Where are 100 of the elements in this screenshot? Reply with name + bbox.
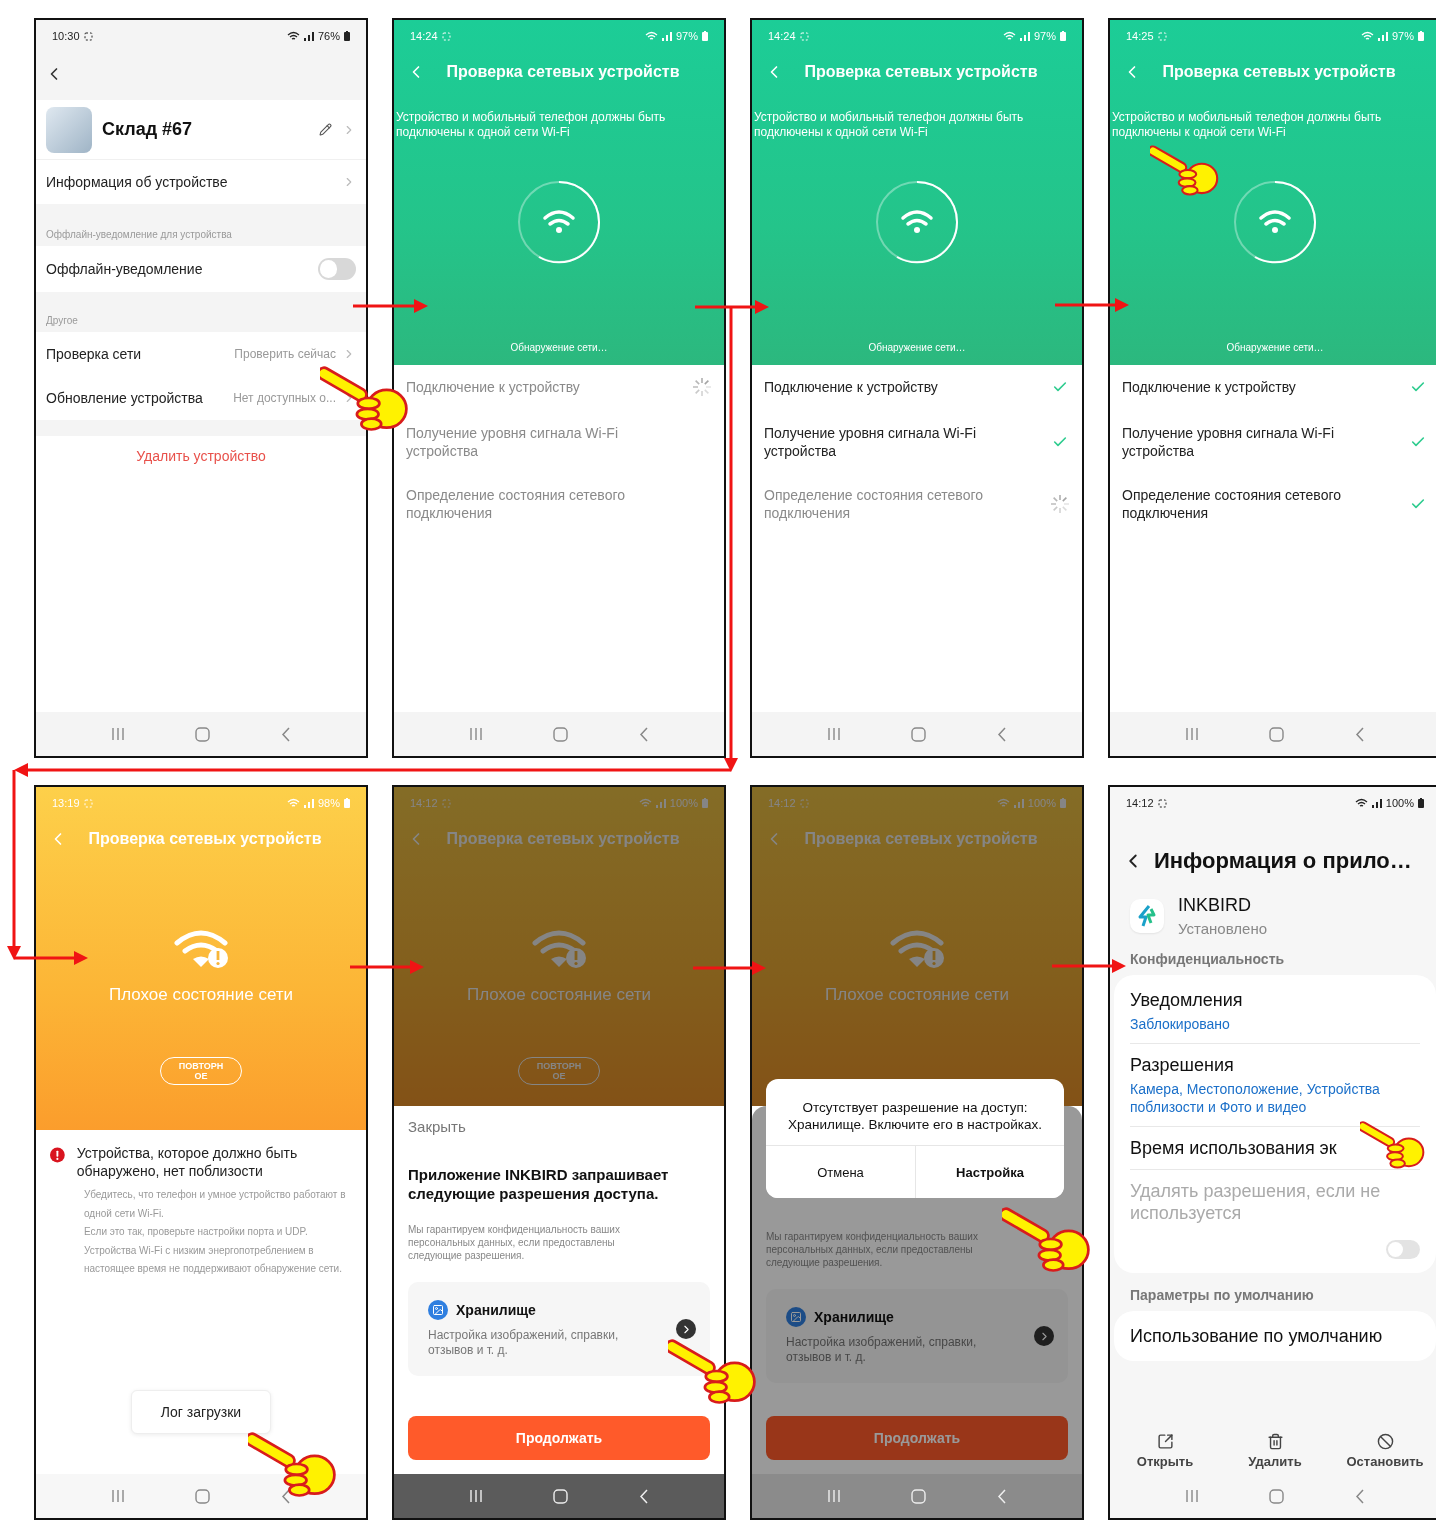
section-label: Другое [46, 315, 78, 326]
battery-icon [702, 798, 708, 808]
recent-apps-icon[interactable] [469, 727, 484, 741]
section-label: Конфиденциальность [1130, 951, 1285, 967]
battery-icon [702, 31, 708, 41]
settings-row[interactable]: Проверка сети Проверить сейчас [36, 332, 366, 376]
setting-title[interactable]: Разрешения [1130, 1054, 1420, 1076]
wifi-icon [1354, 798, 1368, 808]
status-time: 13:19 [52, 797, 80, 809]
step-label: Определение состояния сетевого подключения [1122, 486, 1342, 522]
close-link[interactable]: Закрыть [408, 1118, 466, 1135]
step-label: Подключение к устройству [406, 378, 581, 396]
scan-status: Обнаружение сети… [1226, 342, 1324, 353]
recent-apps-icon[interactable] [111, 1489, 126, 1503]
app-action-button[interactable]: Удалить [1220, 1432, 1330, 1470]
app-action-button[interactable]: Открыть [1110, 1432, 1220, 1470]
toggle-switch[interactable] [318, 258, 356, 280]
battery-icon [1418, 31, 1424, 41]
dialog-button[interactable]: Настройка [915, 1146, 1064, 1198]
spinner-icon [1050, 494, 1070, 514]
notification-icon [83, 798, 93, 808]
home-icon[interactable] [911, 726, 927, 742]
wifi-icon [286, 31, 300, 41]
recent-apps-icon[interactable] [1185, 1489, 1200, 1503]
signal-icon [1019, 31, 1030, 41]
battery-icon [344, 31, 350, 41]
step-label: Получение уровня сигнала Wi-Fi устройства [406, 424, 619, 460]
notification-icon [441, 31, 451, 41]
notification-icon [799, 31, 809, 41]
recent-apps-icon[interactable] [827, 727, 842, 741]
home-icon[interactable] [553, 726, 569, 742]
error-title: Устройства, которое должно быть обнаружено, нет поблизости [76, 1144, 299, 1180]
hand-pointer-icon [1150, 142, 1220, 198]
home-icon[interactable] [195, 726, 211, 742]
signal-icon [303, 798, 314, 808]
status-time: 14:25 [1126, 30, 1154, 42]
screen-title: Проверка сетевых устройств [803, 830, 1039, 848]
status-time: 10:30 [52, 30, 80, 42]
permission-card[interactable]: Хранилище Настройка изображений, справки, отзывов и т. д. [408, 1282, 710, 1376]
wifi-icon [1002, 31, 1016, 41]
app-name: INKBIRD [1178, 895, 1252, 916]
app-action-button[interactable]: Остановить [1330, 1432, 1436, 1470]
external-link-icon [1156, 1433, 1174, 1450]
status-time: 14:24 [768, 30, 796, 42]
permission-card[interactable]: Хранилище Настройка изображений, справки, отзывов и т. д. [766, 1289, 1068, 1383]
battery-level: 97% [675, 30, 698, 42]
battery-level: 97% [1033, 30, 1056, 42]
chevron-icon[interactable] [1034, 1326, 1054, 1346]
home-icon[interactable] [1269, 1488, 1285, 1504]
chevron-icon[interactable] [676, 1319, 696, 1339]
setting-title[interactable]: Использование по умолчанию [1130, 1325, 1420, 1348]
signal-icon [1371, 798, 1382, 808]
settings-row[interactable]: Обновление устройства Нет доступных о... [36, 376, 366, 420]
app-status: Установлено [1178, 920, 1268, 937]
status-time: 14:12 [768, 797, 796, 809]
hand-pointer-icon [1360, 1118, 1426, 1171]
setting-value: Камера, Местоположение, Устройства поблизости и Фото и видео [1130, 1080, 1381, 1116]
notice-text: Устройство и мобильный телефон должны быть подключены к одной сети Wi-Fi [395, 110, 667, 140]
wifi-icon [286, 798, 300, 808]
step-label: Подключение к устройству [1122, 378, 1297, 396]
status-time: 14:12 [1126, 797, 1154, 809]
wifi-warning-icon [530, 929, 588, 969]
error-description: Если это так, проверьте настройки порта и UDP. [84, 1225, 309, 1239]
wifi-icon [638, 798, 652, 808]
battery-level: 98% [317, 797, 340, 809]
signal-icon [661, 31, 672, 41]
battery-icon [1060, 31, 1066, 41]
screen-title: Проверка сетевых устройств [1161, 63, 1397, 81]
upload-log-button[interactable]: Лог загрузки [131, 1390, 271, 1434]
step-label: Получение уровня сигнала Wi-Fi устройства [1122, 424, 1335, 460]
wifi-icon [644, 31, 658, 41]
home-icon[interactable] [1269, 726, 1285, 742]
screen-title: Проверка сетевых устройств [445, 830, 681, 848]
setting-title[interactable]: Уведомления [1130, 989, 1420, 1011]
signal-icon [303, 31, 314, 41]
dialog-message: Отсутствует разрешение на доступ: Хранилище. Включите его в настройках. [787, 1099, 1043, 1134]
setting-value: Заблокировано [1130, 1015, 1231, 1033]
recent-apps-icon[interactable] [827, 1489, 842, 1503]
recent-apps-icon[interactable] [1185, 727, 1200, 741]
error-description: Убедитесь, что телефон и умное устройство работают в одной сети Wi-Fi. [84, 1188, 347, 1221]
device-info-row[interactable]: Информация об устройстве [36, 160, 366, 204]
battery-icon [1418, 798, 1424, 808]
row-label: Оффлайн-уведомление [46, 261, 203, 277]
signal-icon [1013, 798, 1024, 808]
notification-icon [799, 798, 809, 808]
image-icon [786, 1307, 806, 1327]
result-text: Плохое состояние сети [107, 985, 295, 1005]
edit-icon[interactable] [319, 123, 332, 136]
recent-apps-icon[interactable] [111, 727, 126, 741]
error-description: Устройства Wi-Fi с низким энергопотреблением в настоящее время не поддерживают обнаружение сети. [84, 1243, 343, 1276]
notice-text: Устройство и мобильный телефон должны быть подключены к одной сети Wi-Fi [1111, 110, 1383, 140]
notification-icon [441, 798, 451, 808]
status-time: 14:12 [410, 797, 438, 809]
recent-apps-icon[interactable] [469, 1489, 484, 1503]
battery-level: 97% [1391, 30, 1414, 42]
home-icon[interactable] [195, 1488, 211, 1504]
scan-status: Обнаружение сети… [868, 342, 966, 353]
battery-level: 76% [317, 30, 340, 42]
delete-device-link[interactable]: Удалить устройство [136, 448, 266, 464]
notice-text: Устройство и мобильный телефон должны быть подключены к одной сети Wi-Fi [753, 110, 1025, 140]
